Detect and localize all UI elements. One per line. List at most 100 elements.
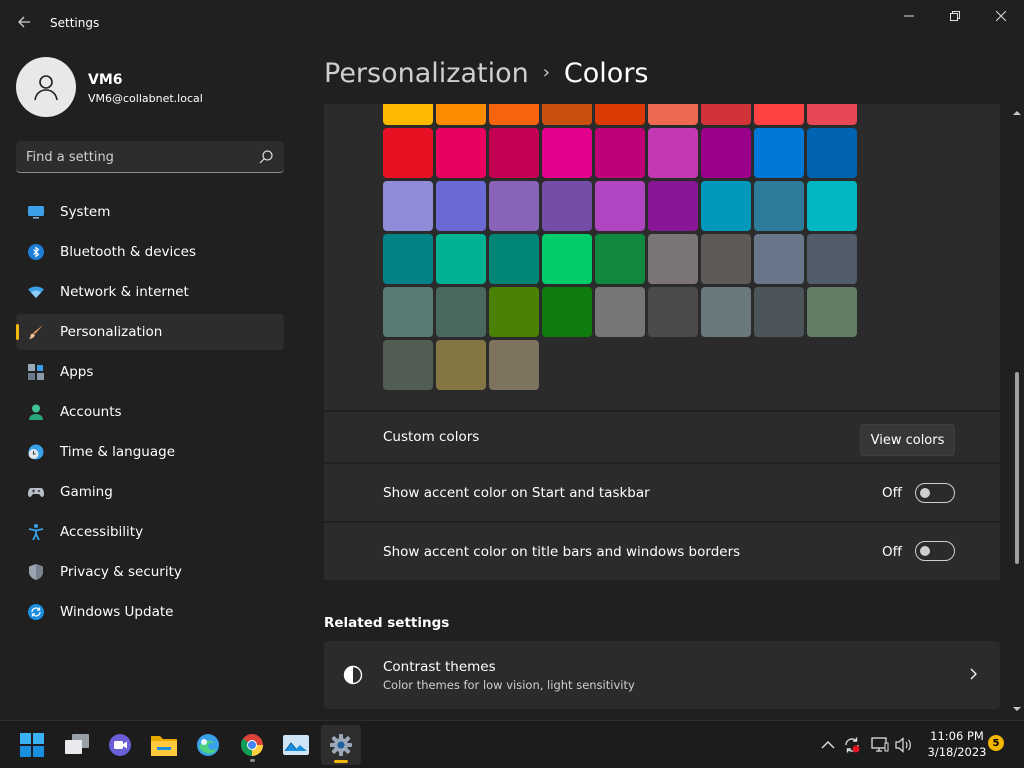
start-button[interactable]: [12, 725, 52, 765]
accent-title-bars-toggle[interactable]: [915, 541, 955, 561]
accent-color-swatch[interactable]: [754, 287, 804, 337]
scroll-down-arrow-icon[interactable]: [1012, 704, 1022, 714]
accent-color-swatch[interactable]: [542, 104, 592, 125]
accent-color-swatch[interactable]: [701, 181, 751, 231]
accent-color-swatch[interactable]: [489, 340, 539, 390]
accent-color-swatch[interactable]: [648, 234, 698, 284]
scrollbar-thumb[interactable]: [1015, 372, 1019, 564]
sync-tray-button[interactable]: [842, 735, 862, 755]
accent-color-swatch[interactable]: [489, 181, 539, 231]
accent-color-swatch[interactable]: [807, 287, 857, 337]
accent-color-swatch[interactable]: [648, 104, 698, 125]
accent-color-swatch[interactable]: [383, 128, 433, 178]
photos-button[interactable]: [276, 725, 316, 765]
accent-color-swatch[interactable]: [436, 287, 486, 337]
sidebar-item-personalization[interactable]: Personalization: [16, 314, 284, 350]
search-input[interactable]: [26, 148, 251, 166]
accent-color-swatch[interactable]: [489, 104, 539, 125]
accent-color-swatch[interactable]: [648, 128, 698, 178]
accent-color-swatch[interactable]: [383, 234, 433, 284]
accent-color-swatch[interactable]: [383, 340, 433, 390]
accent-color-swatch[interactable]: [542, 234, 592, 284]
show-hidden-icons-button[interactable]: [818, 735, 838, 755]
task-view-icon: [65, 734, 89, 754]
accent-color-swatch[interactable]: [489, 128, 539, 178]
accent-color-swatch[interactable]: [595, 181, 645, 231]
volume-tray-button[interactable]: [894, 735, 914, 755]
accent-color-swatch[interactable]: [595, 128, 645, 178]
accent-color-swatch[interactable]: [436, 234, 486, 284]
start-icon: [20, 733, 44, 757]
contrast-themes-row[interactable]: Contrast themes Color themes for low vis…: [324, 641, 1000, 709]
clock-date[interactable]: 3/18/2023: [922, 745, 992, 759]
task-view-button[interactable]: [57, 725, 97, 765]
accent-color-swatch[interactable]: [383, 104, 433, 125]
accent-color-swatch[interactable]: [436, 104, 486, 125]
minimize-button[interactable]: [886, 0, 932, 32]
accent-color-swatch[interactable]: [701, 234, 751, 284]
sidebar-item-label: Apps: [60, 364, 94, 380]
accent-color-swatch[interactable]: [807, 234, 857, 284]
notification-badge[interactable]: 5: [988, 735, 1004, 751]
sidebar-item-network[interactable]: Network & internet: [16, 274, 284, 310]
accent-color-swatch[interactable]: [542, 128, 592, 178]
avatar[interactable]: [16, 57, 76, 117]
restore-button[interactable]: [932, 0, 978, 32]
accent-color-swatch[interactable]: [754, 128, 804, 178]
edge-button[interactable]: [188, 725, 228, 765]
sidebar-item-windows-update[interactable]: Windows Update: [16, 594, 284, 630]
search-icon[interactable]: [258, 149, 274, 165]
sidebar-item-label: System: [60, 204, 111, 220]
accent-color-swatch[interactable]: [701, 287, 751, 337]
file-explorer-button[interactable]: [144, 725, 184, 765]
update-icon: [28, 604, 44, 620]
sidebar-item-system[interactable]: System: [16, 194, 284, 230]
chat-button[interactable]: [100, 725, 140, 765]
accent-color-swatch[interactable]: [648, 181, 698, 231]
accent-color-swatch[interactable]: [595, 104, 645, 125]
accent-color-swatch[interactable]: [383, 181, 433, 231]
accent-color-swatch[interactable]: [701, 104, 751, 125]
accent-color-swatch[interactable]: [595, 287, 645, 337]
toggle-state-text: Off: [882, 485, 902, 501]
toggle-row-title-bars: Show accent color on title bars and wind…: [324, 523, 1000, 580]
view-colors-button[interactable]: View colors: [860, 424, 955, 456]
accent-color-swatch[interactable]: [489, 234, 539, 284]
sidebar-item-accounts[interactable]: Accounts: [16, 394, 284, 430]
accent-color-swatch[interactable]: [807, 181, 857, 231]
search-box[interactable]: [16, 141, 284, 173]
accent-color-swatch[interactable]: [754, 234, 804, 284]
sidebar-item-time-language[interactable]: Time & language: [16, 434, 284, 470]
accent-color-swatch[interactable]: [542, 181, 592, 231]
accent-color-swatch[interactable]: [807, 128, 857, 178]
network-tray-button[interactable]: [870, 735, 890, 755]
breadcrumb-separator: ›: [542, 62, 550, 83]
accent-color-swatch[interactable]: [807, 104, 857, 125]
accent-start-taskbar-toggle[interactable]: [915, 483, 955, 503]
accent-color-swatch[interactable]: [542, 287, 592, 337]
scroll-up-arrow-icon[interactable]: [1012, 108, 1022, 118]
chevron-right-icon: [970, 668, 977, 680]
sidebar-item-gaming[interactable]: Gaming: [16, 474, 284, 510]
clock-time[interactable]: 11:06 PM: [922, 729, 992, 743]
sidebar-item-privacy[interactable]: Privacy & security: [16, 554, 284, 590]
close-button[interactable]: [978, 0, 1024, 32]
accent-color-swatch[interactable]: [436, 128, 486, 178]
accent-color-swatch[interactable]: [436, 340, 486, 390]
breadcrumb-parent[interactable]: Personalization: [324, 58, 529, 89]
accent-color-swatch[interactable]: [754, 181, 804, 231]
file-explorer-icon: [151, 736, 177, 756]
accent-color-swatch[interactable]: [383, 287, 433, 337]
sidebar-item-bluetooth[interactable]: Bluetooth & devices: [16, 234, 284, 270]
accent-color-swatch[interactable]: [754, 104, 804, 125]
sidebar-item-accessibility[interactable]: Accessibility: [16, 514, 284, 550]
chrome-button[interactable]: [232, 725, 272, 765]
back-button[interactable]: [12, 12, 36, 36]
accent-color-swatch[interactable]: [648, 287, 698, 337]
settings-taskbar-button[interactable]: [321, 725, 361, 765]
accent-color-swatch[interactable]: [489, 287, 539, 337]
accent-color-swatch[interactable]: [701, 128, 751, 178]
accent-color-swatch[interactable]: [436, 181, 486, 231]
accent-color-swatch[interactable]: [595, 234, 645, 284]
sidebar-item-apps[interactable]: Apps: [16, 354, 284, 390]
